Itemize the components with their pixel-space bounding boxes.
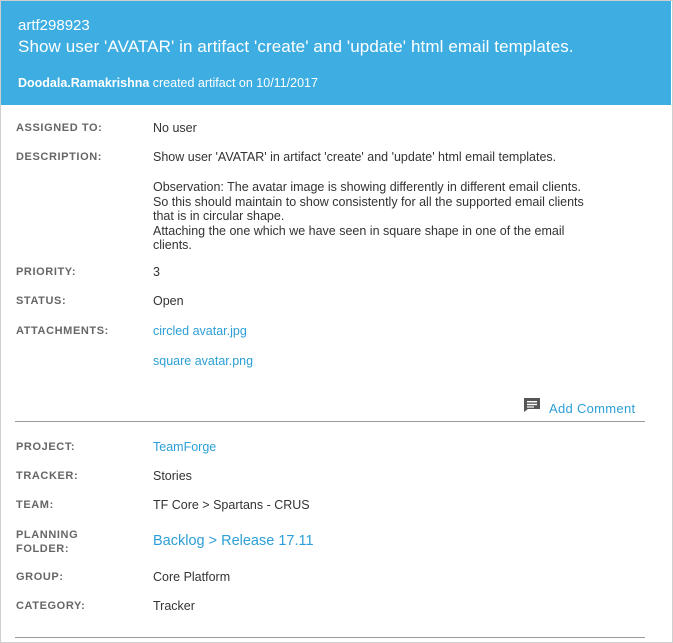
field-label: PROJECT: bbox=[16, 441, 76, 453]
field-label: TEAM: bbox=[16, 499, 54, 511]
field-label: STATUS: bbox=[16, 295, 67, 307]
field-label: DESCRIPTION: bbox=[16, 151, 103, 163]
status-value: Open bbox=[153, 294, 184, 308]
description-observation: Observation: The avatar image is showing… bbox=[153, 180, 584, 252]
field-label: GROUP: bbox=[16, 571, 64, 583]
field-label: PRIORITY: bbox=[16, 266, 77, 278]
description-line1: Show user 'AVATAR' in artifact 'create' … bbox=[153, 150, 557, 164]
attachment-link[interactable]: square avatar.png bbox=[153, 354, 643, 369]
comment-icon bbox=[524, 398, 540, 412]
artifact-title: Show user 'AVATAR' in artifact 'create' … bbox=[18, 37, 574, 56]
field-label: TRACKER: bbox=[16, 470, 79, 482]
created-text: created artifact on 10/11/2017 bbox=[149, 76, 318, 90]
attachment-link[interactable]: circled avatar.jpg bbox=[153, 324, 643, 339]
created-info: Doodala.Ramakrishna created artifact on … bbox=[18, 76, 318, 90]
artifact-id: artf298923 bbox=[18, 17, 90, 34]
creator-name[interactable]: Doodala.Ramakrishna bbox=[18, 76, 149, 90]
section-divider bbox=[15, 637, 645, 638]
project-link[interactable]: TeamForge bbox=[153, 440, 643, 455]
priority-value: 3 bbox=[153, 265, 160, 279]
assigned-to-value: No user bbox=[153, 121, 197, 135]
artifact-header: artf298923 Show user 'AVATAR' in artifac… bbox=[1, 1, 671, 105]
category-value: Tracker bbox=[153, 599, 195, 613]
field-label: ATTACHMENTS: bbox=[16, 325, 109, 337]
field-label: CATEGORY: bbox=[16, 600, 86, 612]
field-label: PLANNING FOLDER: bbox=[16, 529, 79, 555]
planning-folder-link[interactable]: Backlog > Release 17.11 bbox=[153, 534, 643, 549]
add-comment-label[interactable]: Add Comment bbox=[549, 401, 635, 416]
add-comment-button[interactable]: Add Comment bbox=[523, 397, 648, 417]
team-value: TF Core > Spartans - CRUS bbox=[153, 498, 310, 512]
tracker-value: Stories bbox=[153, 469, 192, 483]
section-divider bbox=[15, 421, 645, 422]
group-value: Core Platform bbox=[153, 570, 231, 584]
field-label: ASSIGNED TO: bbox=[16, 122, 103, 134]
